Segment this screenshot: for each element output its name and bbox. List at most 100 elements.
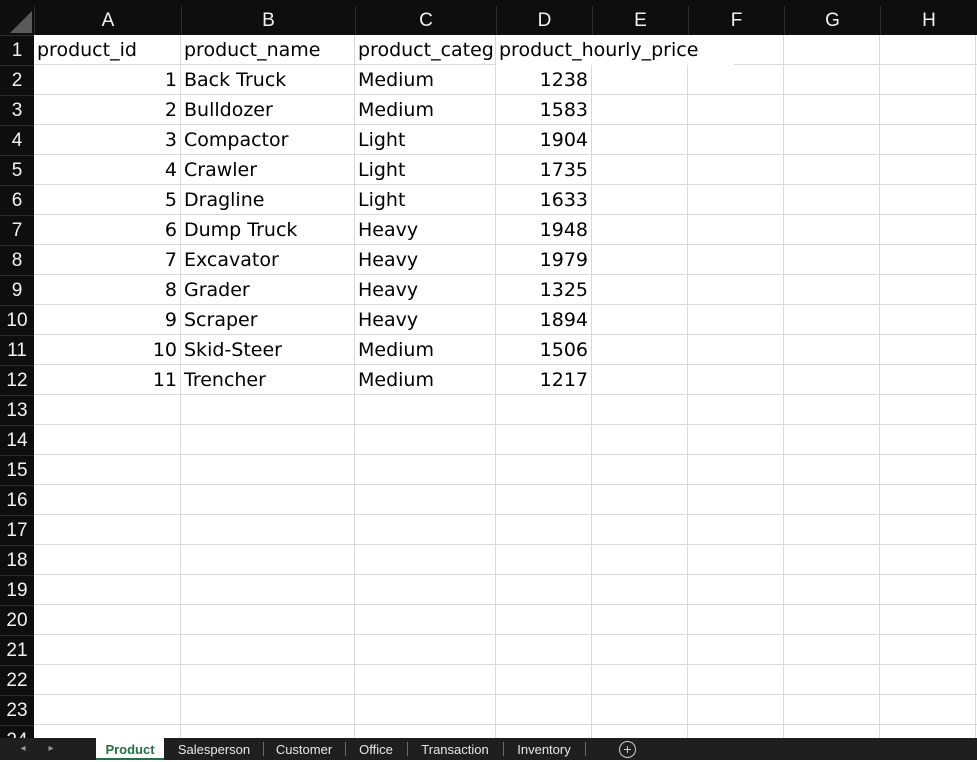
cell-a12[interactable]: 11 xyxy=(34,365,180,395)
cell-b6[interactable]: Dragline xyxy=(181,185,354,215)
cell-d4[interactable]: 1904 xyxy=(496,125,591,155)
tab-transaction[interactable]: Transaction xyxy=(410,738,500,760)
row-header[interactable]: 21 xyxy=(0,635,34,665)
row-header[interactable]: 16 xyxy=(0,485,34,515)
tab-separator xyxy=(407,742,408,756)
cell-d9[interactable]: 1325 xyxy=(496,275,591,305)
cell-d12[interactable]: 1217 xyxy=(496,365,591,395)
column-header-b[interactable]: B xyxy=(181,6,355,35)
cell-c3[interactable]: Medium xyxy=(355,95,495,125)
tab-separator xyxy=(263,742,264,756)
cell-a5[interactable]: 4 xyxy=(34,155,180,185)
cell-a10[interactable]: 9 xyxy=(34,305,180,335)
add-sheet-icon[interactable]: + xyxy=(619,741,636,758)
cell-b11[interactable]: Skid-Steer xyxy=(181,335,354,365)
cell-a8[interactable]: 7 xyxy=(34,245,180,275)
row-header[interactable]: 23 xyxy=(0,695,34,725)
row-header[interactable]: 7 xyxy=(0,215,34,245)
cell-b9[interactable]: Grader xyxy=(181,275,354,305)
cell-a4[interactable]: 3 xyxy=(34,125,180,155)
cell-grid[interactable]: product_id product_name product_category… xyxy=(34,35,977,738)
cell-c6[interactable]: Light xyxy=(355,185,495,215)
tab-product[interactable]: Product xyxy=(96,738,164,760)
row-header[interactable]: 20 xyxy=(0,605,34,635)
tab-customer[interactable]: Customer xyxy=(266,738,342,760)
column-header-c[interactable]: C xyxy=(355,6,496,35)
tab-office[interactable]: Office xyxy=(348,738,404,760)
row-header[interactable]: 8 xyxy=(0,245,34,275)
cell-b1[interactable]: product_name xyxy=(181,35,354,65)
cell-a6[interactable]: 5 xyxy=(34,185,180,215)
column-header-d[interactable]: D xyxy=(496,6,592,35)
select-all-button[interactable] xyxy=(0,6,34,35)
tab-inventory[interactable]: Inventory xyxy=(506,738,582,760)
cell-d5[interactable]: 1735 xyxy=(496,155,591,185)
column-header-g[interactable]: G xyxy=(784,6,880,35)
cell-b4[interactable]: Compactor xyxy=(181,125,354,155)
column-header-bar: A B C D E F G H xyxy=(0,0,977,35)
row-header[interactable]: 13 xyxy=(0,395,34,425)
column-header-a[interactable]: A xyxy=(34,6,181,35)
cell-a9[interactable]: 8 xyxy=(34,275,180,305)
row-header[interactable]: 12 xyxy=(0,365,34,395)
cell-d11[interactable]: 1506 xyxy=(496,335,591,365)
row-header[interactable]: 17 xyxy=(0,515,34,545)
cell-a2[interactable]: 1 xyxy=(34,65,180,95)
column-header-f[interactable]: F xyxy=(688,6,784,35)
row-header[interactable]: 9 xyxy=(0,275,34,305)
row-header[interactable]: 2 xyxy=(0,65,34,95)
cell-b12[interactable]: Trencher xyxy=(181,365,354,395)
row-header[interactable]: 11 xyxy=(0,335,34,365)
column-header-e[interactable]: E xyxy=(592,6,688,35)
row-header[interactable]: 5 xyxy=(0,155,34,185)
gridline xyxy=(34,514,977,515)
row-header[interactable]: 15 xyxy=(0,455,34,485)
cell-c2[interactable]: Medium xyxy=(355,65,495,95)
cell-b8[interactable]: Excavator xyxy=(181,245,354,275)
cell-c4[interactable]: Light xyxy=(355,125,495,155)
cell-c12[interactable]: Medium xyxy=(355,365,495,395)
next-sheet-icon[interactable]: ▸ xyxy=(42,738,60,760)
cell-b7[interactable]: Dump Truck xyxy=(181,215,354,245)
gridline xyxy=(687,35,688,738)
cell-a1[interactable]: product_id xyxy=(34,35,180,65)
row-header[interactable]: 24 xyxy=(0,725,34,738)
gridline xyxy=(34,454,977,455)
cell-a3[interactable]: 2 xyxy=(34,95,180,125)
cell-d3[interactable]: 1583 xyxy=(496,95,591,125)
cell-d1[interactable]: product_hourly_price xyxy=(496,35,734,65)
cell-b10[interactable]: Scraper xyxy=(181,305,354,335)
prev-sheet-icon[interactable]: ◂ xyxy=(14,738,32,760)
cell-b3[interactable]: Bulldozer xyxy=(181,95,354,125)
cell-c11[interactable]: Medium xyxy=(355,335,495,365)
row-header[interactable]: 14 xyxy=(0,425,34,455)
row-header[interactable]: 4 xyxy=(0,125,34,155)
cell-d7[interactable]: 1948 xyxy=(496,215,591,245)
cell-c9[interactable]: Heavy xyxy=(355,275,495,305)
cell-d6[interactable]: 1633 xyxy=(496,185,591,215)
gridline xyxy=(34,484,977,485)
column-header-h[interactable]: H xyxy=(880,6,977,35)
cell-c5[interactable]: Light xyxy=(355,155,495,185)
row-header[interactable]: 6 xyxy=(0,185,34,215)
row-header[interactable]: 18 xyxy=(0,545,34,575)
cell-c8[interactable]: Heavy xyxy=(355,245,495,275)
cell-c1[interactable]: product_category xyxy=(355,35,495,65)
cell-a7[interactable]: 6 xyxy=(34,215,180,245)
cell-d8[interactable]: 1979 xyxy=(496,245,591,275)
row-header[interactable]: 3 xyxy=(0,95,34,125)
cell-c10[interactable]: Heavy xyxy=(355,305,495,335)
cell-a11[interactable]: 10 xyxy=(34,335,180,365)
cell-d10[interactable]: 1894 xyxy=(496,305,591,335)
row-header[interactable]: 19 xyxy=(0,575,34,605)
tab-separator xyxy=(585,742,586,756)
cell-c7[interactable]: Heavy xyxy=(355,215,495,245)
row-header[interactable]: 10 xyxy=(0,305,34,335)
row-header[interactable]: 1 xyxy=(0,35,34,65)
gridline xyxy=(975,35,976,738)
tab-salesperson[interactable]: Salesperson xyxy=(168,738,260,760)
row-header[interactable]: 22 xyxy=(0,665,34,695)
cell-b2[interactable]: Back Truck xyxy=(181,65,354,95)
cell-d2[interactable]: 1238 xyxy=(496,65,591,95)
cell-b5[interactable]: Crawler xyxy=(181,155,354,185)
